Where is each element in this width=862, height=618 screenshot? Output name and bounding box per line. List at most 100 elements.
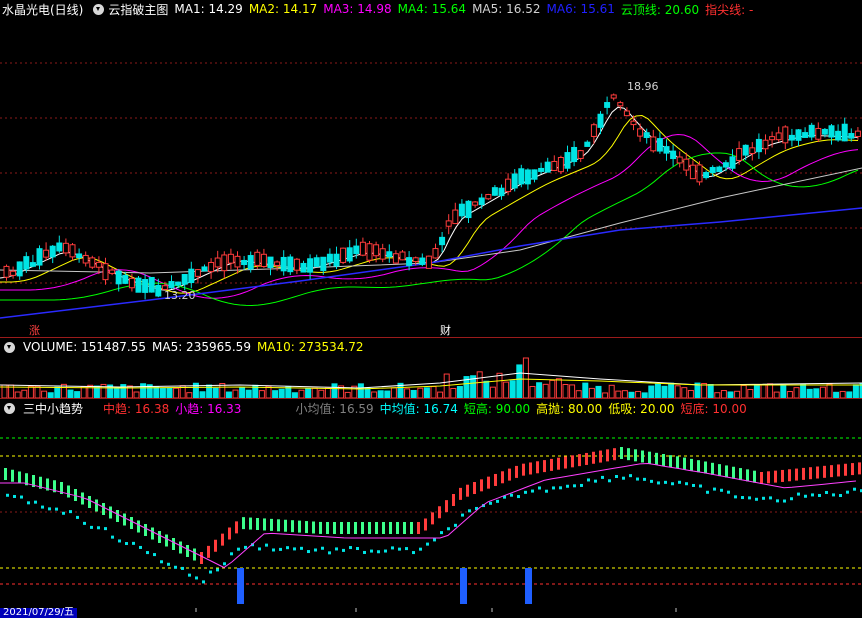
- ma6-label: MA6: 15.61: [546, 2, 615, 16]
- volume-bar: [311, 387, 318, 398]
- trend-bar: [333, 522, 336, 534]
- volume-bar: [575, 390, 582, 398]
- candle-body: [577, 150, 584, 159]
- trend-bar: [627, 448, 630, 461]
- volume-bar: [212, 387, 219, 398]
- trend-dot: [447, 527, 450, 531]
- trend-bar: [816, 466, 819, 479]
- candle-body: [650, 136, 657, 152]
- trend-dot: [594, 479, 597, 483]
- candle-body: [201, 266, 208, 272]
- candle-body: [313, 257, 320, 267]
- short-high-label: 短高: 90.00: [463, 401, 531, 416]
- candlestick-chart[interactable]: [0, 18, 862, 338]
- trend-dot: [657, 481, 660, 485]
- trend-bar: [781, 469, 784, 482]
- trend-bar: [263, 518, 266, 531]
- volume-bar: [357, 383, 364, 398]
- volume-bar: [654, 383, 661, 398]
- candle-body: [617, 102, 624, 107]
- volume-bar: [542, 383, 549, 398]
- trend-bar: [802, 467, 805, 480]
- candle-body: [709, 167, 716, 174]
- candle-body: [155, 284, 162, 297]
- candle-body: [670, 150, 677, 160]
- candle-body: [432, 248, 439, 259]
- trend-dot: [391, 546, 394, 550]
- trend-dot: [167, 562, 170, 566]
- volume-ma10-label: MA10: 273534.72: [256, 340, 364, 354]
- trend-dot: [832, 493, 835, 497]
- indicator-name[interactable]: 云指破主图: [108, 1, 168, 18]
- trend-bar: [95, 499, 98, 512]
- candle-body: [95, 261, 102, 268]
- trend-bar: [760, 472, 763, 484]
- indicator-chart[interactable]: [0, 418, 862, 608]
- trend-dot: [412, 551, 415, 555]
- trend-dot: [818, 493, 821, 497]
- trend-bar: [655, 452, 658, 465]
- trend-bar: [242, 517, 245, 530]
- trend-bar: [116, 510, 119, 522]
- trend-dot: [678, 480, 681, 484]
- trend-dot: [377, 550, 380, 554]
- dropdown-icon[interactable]: [4, 341, 15, 353]
- chart-window: 水晶光电(日线) 云指破主图 MA1: 14.29 MA2: 14.17 MA3…: [0, 0, 862, 618]
- candle-body: [762, 139, 769, 150]
- trend-dot: [566, 484, 569, 488]
- volume-bar: [806, 388, 813, 398]
- trend-bar: [746, 469, 749, 482]
- volume-bar: [258, 390, 265, 398]
- trend-bar: [613, 448, 616, 461]
- cai-marker: 财: [440, 324, 451, 337]
- candle-body: [320, 256, 327, 271]
- trend-bar: [718, 464, 721, 477]
- trend-dot: [825, 490, 828, 494]
- trend-bar: [207, 545, 210, 558]
- ma4-label: MA4: 15.64: [397, 2, 467, 16]
- volume-bar: [793, 387, 800, 398]
- trend-bar: [256, 518, 259, 530]
- indicator-panel-name[interactable]: 三中小趋势: [23, 400, 83, 417]
- trend-bar: [410, 522, 413, 534]
- candle-body: [399, 251, 406, 261]
- trend-dot: [664, 480, 667, 484]
- trend-dot: [636, 477, 639, 481]
- candle-body: [835, 130, 842, 141]
- trend-bar: [557, 457, 560, 470]
- time-axis[interactable]: [0, 608, 862, 618]
- trend-dot: [27, 501, 30, 505]
- candle-body: [485, 194, 492, 200]
- trend-dot: [790, 497, 793, 501]
- trend-dot: [90, 525, 93, 529]
- trend-bar: [368, 522, 371, 534]
- trend-dot: [195, 576, 198, 580]
- candle-body: [478, 197, 485, 206]
- trend-dot: [608, 479, 611, 483]
- trend-bar: [340, 522, 343, 534]
- low-price-label: 13.20: [164, 289, 196, 302]
- candle-body: [498, 187, 505, 197]
- candle-body: [722, 162, 729, 168]
- trend-dot: [342, 548, 345, 552]
- trend-bar: [592, 451, 595, 464]
- trend-dot: [776, 499, 779, 503]
- trend-dot: [650, 479, 653, 483]
- candle-body: [788, 134, 795, 141]
- trend-bar: [844, 463, 847, 476]
- volume-bar: [608, 384, 615, 398]
- volume-bar: [140, 383, 147, 398]
- volume-chart[interactable]: [0, 355, 862, 398]
- trend-dot: [489, 501, 492, 505]
- trend-dot: [139, 545, 142, 549]
- candle-body: [848, 133, 855, 139]
- cloud-top-label: 云顶线: 20.60: [620, 2, 700, 17]
- volume-bar: [549, 379, 556, 398]
- dropdown-icon[interactable]: [93, 3, 105, 15]
- high-price-label: 18.96: [627, 80, 659, 93]
- dropdown-icon[interactable]: [4, 402, 15, 414]
- trend-dot: [349, 546, 352, 550]
- trend-dot: [307, 550, 310, 554]
- volume-bar: [113, 386, 120, 398]
- candle-body: [445, 220, 452, 227]
